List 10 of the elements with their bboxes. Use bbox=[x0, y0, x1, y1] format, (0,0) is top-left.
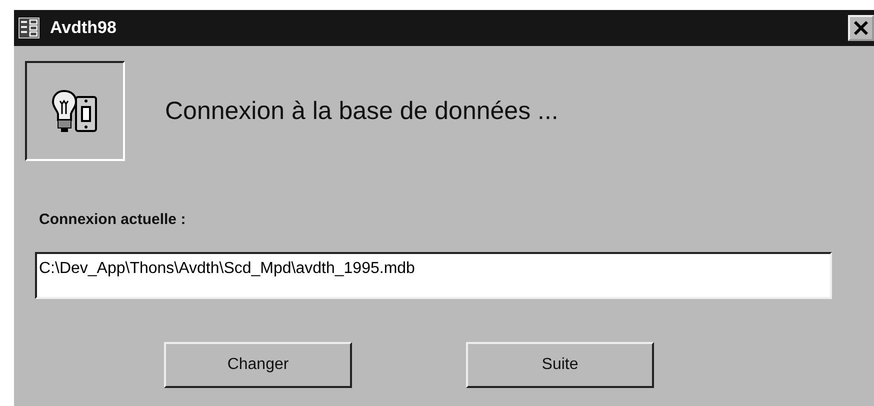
lightbulb-switch-icon bbox=[50, 87, 100, 135]
dialog-heading: Connexion à la base de données ... bbox=[165, 96, 558, 126]
connection-path-field[interactable]: C:\Dev_App\Thons\Avdth\Scd_Mpd\avdth_1995.mdb bbox=[35, 252, 832, 299]
dialog-button[interactable]: Changer bbox=[164, 342, 352, 388]
close-button[interactable] bbox=[848, 15, 874, 41]
field-label: Connexion actuelle : bbox=[39, 211, 187, 228]
app-icon bbox=[18, 17, 40, 39]
window-title: Avdth98 bbox=[50, 18, 118, 38]
dialog-button[interactable]: Suite bbox=[466, 342, 654, 388]
close-icon bbox=[853, 20, 869, 36]
